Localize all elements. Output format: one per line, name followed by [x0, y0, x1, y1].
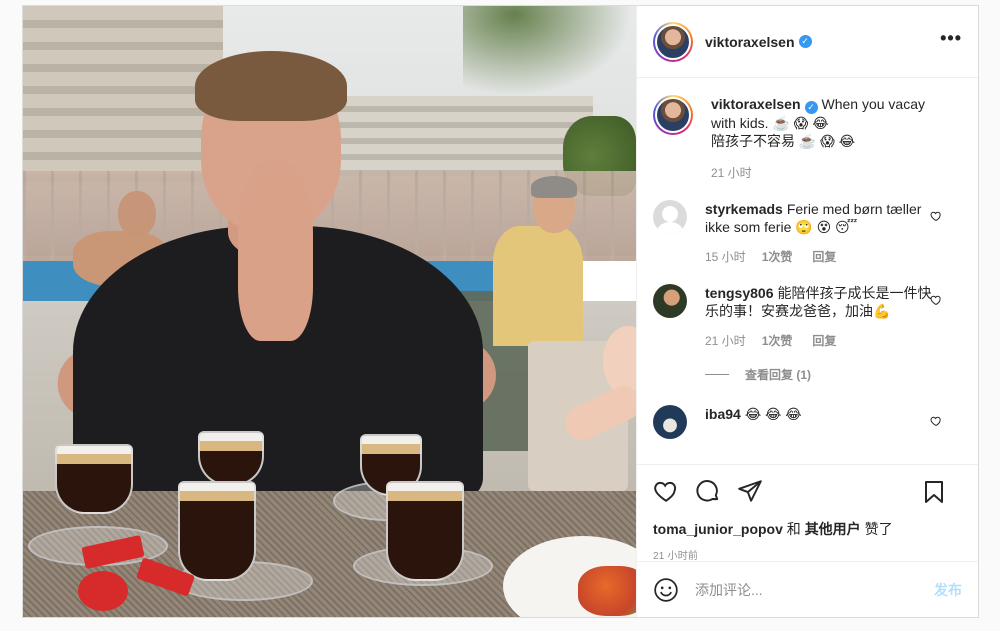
- caption-text-line3: 陪孩子不容易 ☕️ 😱 😂: [711, 132, 856, 149]
- caption-text-line1: When you vacay: [821, 96, 926, 112]
- photo-main-person: [44, 51, 511, 511]
- photo-coffee-cup: [386, 481, 464, 581]
- verified-badge-icon: ✓: [798, 35, 812, 48]
- add-comment-bar: 发布: [637, 561, 978, 617]
- photo-baby: [559, 326, 636, 496]
- post-modal: viktoraxelsen ✓ ••• viktoraxelsen ✓ When y…: [22, 5, 979, 618]
- comment-username[interactable]: iba94: [705, 406, 741, 422]
- emoji-smile-icon[interactable]: [653, 577, 679, 603]
- author-avatar[interactable]: [653, 21, 693, 62]
- comment-likes[interactable]: 1次赞: [762, 248, 793, 266]
- share-paper-plane-icon[interactable]: [737, 478, 763, 504]
- photo-coffee-cup: [55, 444, 133, 514]
- comment-username[interactable]: tengsy806: [705, 285, 773, 301]
- post-photo[interactable]: [23, 6, 636, 617]
- comment-bubble-icon[interactable]: [695, 478, 721, 504]
- comment-item: iba94 😂 😂 😂: [653, 404, 962, 439]
- comment-avatar[interactable]: [653, 199, 687, 234]
- post-header: viktoraxelsen ✓ •••: [637, 6, 978, 78]
- more-options-icon[interactable]: •••: [940, 29, 962, 47]
- reply-button[interactable]: 回复: [812, 248, 836, 266]
- comment-avatar[interactable]: [653, 283, 687, 318]
- reply-button[interactable]: 回复: [812, 332, 836, 350]
- caption-text-line2: with kids. ☕️ 😱 😂: [711, 114, 829, 131]
- comment-time[interactable]: 21 小时: [705, 332, 746, 350]
- like-heart-icon[interactable]: [653, 478, 679, 504]
- caption: viktoraxelsen ✓ When you vacay with kids. …: [653, 95, 962, 182]
- liked-by: toma_junior_popov 和 其他用户 赞了: [653, 519, 962, 539]
- comment-likes[interactable]: 1次赞: [762, 332, 793, 350]
- comment-like-heart-icon[interactable]: [930, 210, 942, 222]
- comments-list[interactable]: viktoraxelsen ✓ When you vacay with kids. …: [637, 79, 978, 463]
- comment-avatar[interactable]: [653, 404, 687, 439]
- comment-like-heart-icon[interactable]: [930, 415, 942, 427]
- liked-by-suffix: 赞了: [860, 521, 893, 537]
- comment-time[interactable]: 15 小时: [705, 248, 746, 266]
- comment-item: styrkemads Ferie med børn tæller ikke som…: [653, 199, 962, 266]
- caption-time[interactable]: 21 小时: [711, 164, 752, 182]
- photo-sugar-packet: [78, 571, 128, 611]
- bookmark-icon[interactable]: [922, 479, 946, 505]
- comment-item: tengsy806 能陪伴孩子成长是一件快乐的事！安赛龙爸爸，加油💪 21 小时 …: [653, 283, 962, 350]
- liked-by-user[interactable]: toma_junior_popov: [653, 521, 783, 537]
- comment-input[interactable]: [695, 581, 934, 598]
- liked-by-and: 和: [782, 521, 805, 537]
- post-sidebar: viktoraxelsen ✓ ••• viktoraxelsen ✓ When y…: [636, 6, 978, 617]
- photo-salad: [578, 566, 636, 616]
- caption-username[interactable]: viktoraxelsen: [711, 96, 801, 112]
- view-replies-button[interactable]: 查看回复 (1): [705, 366, 962, 383]
- view-replies-label[interactable]: 查看回复 (1): [745, 366, 811, 383]
- comment-username[interactable]: styrkemads: [705, 201, 783, 217]
- comment-text: 😂 😂 😂: [744, 405, 802, 422]
- liked-by-others[interactable]: 其他用户: [805, 521, 861, 537]
- photo-coffee-cup: [198, 431, 264, 486]
- photo-coffee-cup: [178, 481, 256, 581]
- caption-avatar[interactable]: [653, 95, 693, 135]
- author-username[interactable]: viktoraxelsen: [705, 34, 795, 50]
- comment-like-heart-icon[interactable]: [930, 294, 942, 306]
- post-comment-button[interactable]: 发布: [934, 580, 962, 600]
- post-timestamp[interactable]: 21 小时前: [653, 547, 962, 562]
- replies-divider: [705, 373, 729, 375]
- verified-badge-icon: ✓: [804, 100, 818, 114]
- post-actions: toma_junior_popov 和 其他用户 赞了 21 小时前: [637, 464, 978, 564]
